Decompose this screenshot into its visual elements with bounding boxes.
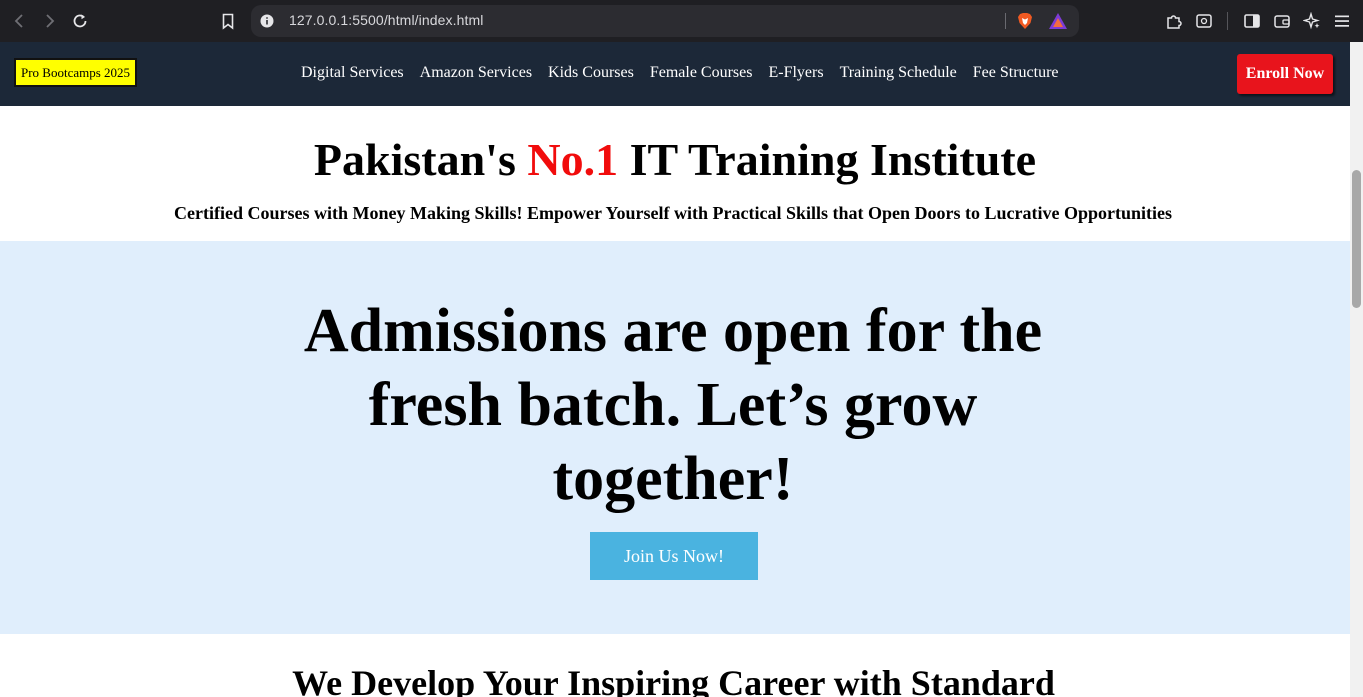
menu-icon[interactable]: [1332, 11, 1352, 31]
url-text: 127.0.0.1:5500/html/index.html: [289, 12, 484, 28]
toolbar-divider: [1227, 12, 1228, 30]
hero-title-after: IT Training Institute: [618, 134, 1037, 185]
url-divider: [1005, 13, 1006, 29]
back-icon[interactable]: [10, 11, 30, 31]
leo-ai-icon[interactable]: [1302, 11, 1322, 31]
address-bar[interactable]: 127.0.0.1:5500/html/index.html: [251, 5, 1079, 37]
admissions-heading: Admissions are open for the fresh batch.…: [303, 297, 1043, 513]
brand-logo[interactable]: Pro Bootcamps 2025: [14, 58, 138, 87]
hero-title: Pakistan's No.1 IT Training Institute: [0, 132, 1350, 188]
hero-title-accent: No.1: [527, 134, 619, 185]
admissions-section: Admissions are open for the fresh batch.…: [0, 241, 1350, 634]
site-navbar: Pro Bootcamps 2025 Digital Services Amaz…: [0, 42, 1350, 106]
nav-link-training-schedule[interactable]: Training Schedule: [840, 64, 957, 82]
brave-shield-icon[interactable]: [1015, 11, 1035, 31]
scrollbar-thumb[interactable]: [1352, 170, 1361, 308]
nav-link-e-flyers[interactable]: E-Flyers: [768, 64, 823, 82]
screenshot-icon[interactable]: [1194, 11, 1214, 31]
nav-link-female-courses[interactable]: Female Courses: [650, 64, 753, 82]
brave-rewards-icon[interactable]: [1048, 12, 1068, 30]
nav-link-digital-services[interactable]: Digital Services: [301, 64, 404, 82]
sidebar-icon[interactable]: [1242, 11, 1262, 31]
enroll-now-button[interactable]: Enroll Now: [1237, 54, 1333, 94]
nav-link-amazon-services[interactable]: Amazon Services: [420, 64, 532, 82]
hero-subtitle: Certified Courses with Money Making Skil…: [174, 203, 1172, 223]
page-scrollbar[interactable]: [1350, 42, 1363, 697]
career-heading: We Develop Your Inspiring Career with St…: [292, 663, 1055, 697]
bookmark-icon[interactable]: [218, 11, 238, 31]
join-us-button[interactable]: Join Us Now!: [590, 532, 758, 580]
wallet-icon[interactable]: [1272, 11, 1292, 31]
reload-icon[interactable]: [70, 11, 90, 31]
browser-toolbar: 127.0.0.1:5500/html/index.html: [0, 0, 1363, 42]
nav-link-fee-structure[interactable]: Fee Structure: [973, 64, 1059, 82]
nav-links: Digital Services Amazon Services Kids Co…: [301, 64, 1059, 82]
forward-icon[interactable]: [39, 11, 59, 31]
extensions-icon[interactable]: [1164, 11, 1184, 31]
hero-title-before: Pakistan's: [313, 134, 528, 185]
nav-link-kids-courses[interactable]: Kids Courses: [548, 64, 634, 82]
info-icon[interactable]: [260, 14, 274, 28]
page-content: Pakistan's No.1 IT Training Institute Ce…: [0, 42, 1350, 697]
